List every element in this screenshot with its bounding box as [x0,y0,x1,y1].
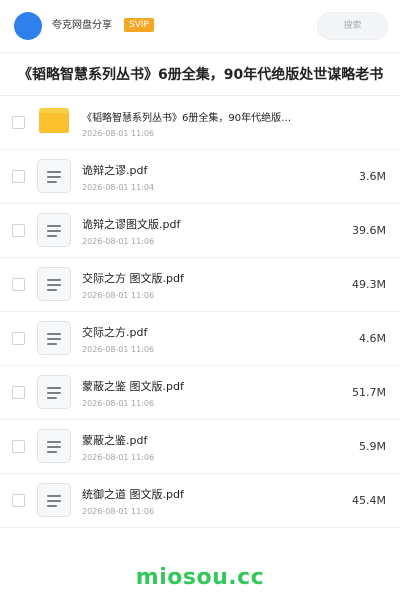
list-item[interactable]: 交际之方 图文版.pdf 2026-08-01 11:06 49.3M [0,258,400,312]
search-input[interactable]: 搜索 [317,12,388,40]
file-name: 蒙蔽之鉴 图文版.pdf [82,380,184,393]
checkbox[interactable] [12,224,25,237]
file-date: 2026-08-01 11:06 [82,399,155,408]
list-item[interactable]: 蒙蔽之鉴.pdf 2026-08-01 11:06 5.9M [0,420,400,474]
file-date: 2026-08-01 11:06 [82,453,155,462]
list-item[interactable]: 蒙蔽之鉴 图文版.pdf 2026-08-01 11:06 51.7M [0,366,400,420]
list-item[interactable]: 交际之方.pdf 2026-08-01 11:06 4.6M [0,312,400,366]
file-date: 2026-08-01 11:06 [82,345,155,354]
file-name: 蒙蔽之鉴.pdf [82,434,148,447]
svip-badge: SVIP [124,18,154,32]
file-size: 3.6M [359,170,386,183]
file-size: 45.4M [352,494,386,507]
checkbox[interactable] [12,116,25,129]
file-name: 诡辩之谬.pdf [82,164,148,177]
file-size: 51.7M [352,386,386,399]
file-date: 2026-08-01 11:06 [82,237,155,246]
checkbox[interactable] [12,332,25,345]
avatar[interactable] [14,12,42,40]
checkbox[interactable] [12,386,25,399]
file-size: 4.6M [359,332,386,345]
list-item[interactable]: 统御之道 图文版.pdf 2026-08-01 11:06 45.4M [0,474,400,528]
document-icon [37,267,71,301]
file-date: 2026-08-01 11:06 [82,291,155,300]
file-date: 2026-08-01 11:04 [82,183,155,192]
document-icon [37,375,71,409]
folder-icon [39,108,69,133]
document-icon [37,213,71,247]
file-size: 49.3M [352,278,386,291]
search-placeholder: 搜索 [343,21,362,31]
checkbox[interactable] [12,440,25,453]
checkbox[interactable] [12,170,25,183]
share-title: 《韬略智慧系列丛书》6册全集，90年代绝版处世谋略老书 [18,67,384,83]
share-title-bar: 《韬略智慧系列丛书》6册全集，90年代绝版处世谋略老书 [0,52,400,96]
file-name: 交际之方.pdf [82,326,148,339]
file-name: 诡辩之谬图文版.pdf [82,218,181,231]
document-icon [37,483,71,517]
file-name: 交际之方 图文版.pdf [82,272,184,285]
document-icon [37,159,71,193]
watermark: miosou.cc [135,565,265,590]
file-name: 《韬略智慧系列丛书》6册全集，90年代绝版… [82,113,292,124]
document-icon [37,321,71,355]
file-date: 2026-08-01 11:06 [82,507,155,516]
file-size: 39.6M [352,224,386,237]
file-size: 5.9M [359,440,386,453]
list-item[interactable]: 诡辩之谬.pdf 2026-08-01 11:04 3.6M [0,150,400,204]
checkbox[interactable] [12,494,25,507]
checkbox[interactable] [12,278,25,291]
list-item[interactable]: 《韬略智慧系列丛书》6册全集，90年代绝版… 2026-08-01 11:06 [0,96,400,150]
document-icon [37,429,71,463]
file-date: 2026-08-01 11:06 [82,129,155,138]
header: 夸克网盘分享 SVIP 搜索 [0,0,400,52]
list-item[interactable]: 诡辩之谬图文版.pdf 2026-08-01 11:06 39.6M [0,204,400,258]
file-name: 统御之道 图文版.pdf [82,488,184,501]
app-name: 夸克网盘分享 [52,20,112,31]
file-list: 《韬略智慧系列丛书》6册全集，90年代绝版… 2026-08-01 11:06 … [0,96,400,528]
